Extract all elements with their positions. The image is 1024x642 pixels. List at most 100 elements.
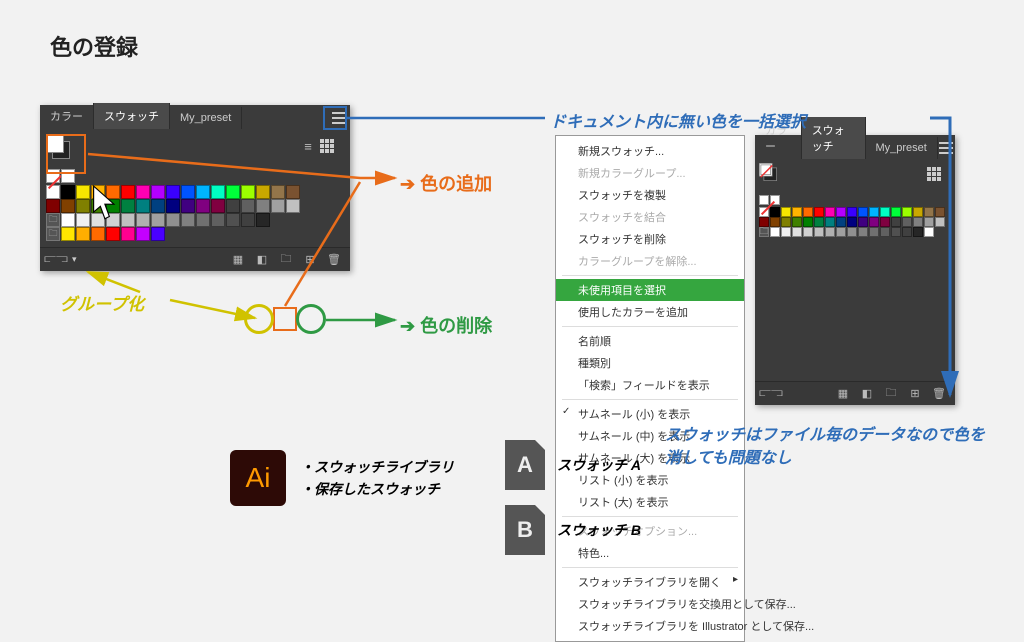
list-view-icon[interactable]: ≡: [300, 138, 316, 154]
swatch[interactable]: [286, 199, 300, 213]
swatch[interactable]: [196, 199, 210, 213]
swatch[interactable]: [891, 217, 901, 227]
menu-item[interactable]: 種類別: [556, 352, 744, 374]
show-kind-icon[interactable]: ▦: [230, 252, 246, 268]
swatch[interactable]: [166, 199, 180, 213]
new-swatch-button[interactable]: ⊞: [302, 252, 318, 268]
swatch[interactable]: [869, 227, 879, 237]
swatch[interactable]: [166, 185, 180, 199]
swatch[interactable]: [792, 207, 802, 217]
swatch[interactable]: [935, 207, 945, 217]
swatch[interactable]: [121, 185, 135, 199]
swatch-group-folder[interactable]: 🗀: [46, 213, 60, 227]
swatch[interactable]: [814, 227, 824, 237]
swatch[interactable]: [814, 207, 824, 217]
swatch[interactable]: [121, 227, 135, 241]
swatch[interactable]: [181, 213, 195, 227]
swatch[interactable]: [902, 207, 912, 217]
swatch[interactable]: [76, 185, 90, 199]
tab-mypreset[interactable]: My_preset: [170, 107, 242, 129]
tab-color[interactable]: カラー: [40, 103, 94, 129]
swatch[interactable]: [151, 227, 165, 241]
swatch[interactable]: [136, 213, 150, 227]
swatch[interactable]: [858, 227, 868, 237]
swatch[interactable]: [803, 227, 813, 237]
swatch[interactable]: [151, 213, 165, 227]
swatch[interactable]: [151, 185, 165, 199]
swatch[interactable]: [913, 227, 923, 237]
menu-item[interactable]: スウォッチを複製: [556, 184, 744, 206]
swatch[interactable]: [825, 207, 835, 217]
swatch[interactable]: [792, 227, 802, 237]
swatch[interactable]: [825, 227, 835, 237]
swatch[interactable]: [869, 207, 879, 217]
swatch[interactable]: [181, 199, 195, 213]
swatch-options-icon[interactable]: ◧: [254, 252, 270, 268]
swatch[interactable]: [211, 185, 225, 199]
tab-swatches[interactable]: スウォッチ: [94, 103, 170, 129]
library-dropdown[interactable]: ▾: [72, 254, 77, 265]
swatch[interactable]: [825, 217, 835, 227]
swatch[interactable]: [770, 227, 780, 237]
menu-item[interactable]: スウォッチを削除: [556, 228, 744, 250]
swatch[interactable]: [880, 217, 890, 227]
swatch[interactable]: [803, 207, 813, 217]
swatch[interactable]: [61, 213, 75, 227]
menu-item[interactable]: 未使用項目を選択: [556, 279, 744, 301]
tab-mypreset[interactable]: My_preset: [866, 137, 938, 159]
swatch[interactable]: [151, 199, 165, 213]
swatch[interactable]: [880, 207, 890, 217]
swatch[interactable]: [847, 217, 857, 227]
none-swatch[interactable]: [46, 169, 60, 183]
swatch[interactable]: [241, 213, 255, 227]
grid-view-icon[interactable]: [320, 139, 338, 157]
swatch[interactable]: [924, 217, 934, 227]
delete-swatch-button[interactable]: 🗑: [931, 386, 947, 402]
swatch[interactable]: [76, 227, 90, 241]
swatch[interactable]: [211, 213, 225, 227]
swatch[interactable]: [226, 185, 240, 199]
swatch[interactable]: [91, 227, 105, 241]
swatch[interactable]: [196, 213, 210, 227]
swatch[interactable]: [803, 217, 813, 227]
fill-stroke-indicator[interactable]: [46, 135, 74, 163]
swatch[interactable]: [136, 185, 150, 199]
swatch[interactable]: [781, 217, 791, 227]
menu-item[interactable]: 新規スウォッチ...: [556, 140, 744, 162]
swatch[interactable]: [226, 213, 240, 227]
swatch[interactable]: [781, 227, 791, 237]
swatch[interactable]: [902, 227, 912, 237]
menu-item[interactable]: 名前順: [556, 330, 744, 352]
swatch[interactable]: [858, 217, 868, 227]
swatch[interactable]: [106, 227, 120, 241]
swatch-options-icon[interactable]: ◧: [859, 386, 875, 402]
tab-swatches[interactable]: スウォッチ: [802, 117, 866, 159]
menu-item[interactable]: スウォッチライブラリを交換用として保存...: [556, 593, 744, 615]
fill-stroke-indicator[interactable]: [759, 163, 780, 184]
swatch[interactable]: [241, 199, 255, 213]
swatch[interactable]: [792, 217, 802, 227]
swatch[interactable]: [121, 213, 135, 227]
menu-item[interactable]: 使用したカラーを追加: [556, 301, 744, 323]
swatch[interactable]: [166, 213, 180, 227]
swatch[interactable]: [847, 227, 857, 237]
menu-item[interactable]: スウォッチライブラリを Illustrator として保存...: [556, 615, 744, 637]
new-group-button[interactable]: 🗀: [883, 386, 899, 402]
swatch[interactable]: [256, 213, 270, 227]
swatch-group-folder[interactable]: 🗀: [46, 227, 60, 241]
grid-view-icon[interactable]: [927, 167, 945, 185]
swatch[interactable]: [61, 199, 75, 213]
swatch[interactable]: [226, 199, 240, 213]
swatch[interactable]: [913, 207, 923, 217]
new-group-button[interactable]: 🗀: [278, 252, 294, 268]
swatch[interactable]: [924, 207, 934, 217]
menu-item[interactable]: スウォッチライブラリを開く: [556, 571, 744, 593]
swatch[interactable]: [76, 199, 90, 213]
swatch[interactable]: [891, 207, 901, 217]
show-kind-icon[interactable]: ▦: [835, 386, 851, 402]
swatch[interactable]: [286, 185, 300, 199]
swatch[interactable]: [913, 217, 923, 227]
swatch[interactable]: [61, 185, 75, 199]
library-menu-icon[interactable]: ⫍⫎: [763, 386, 779, 402]
swatch[interactable]: [836, 217, 846, 227]
